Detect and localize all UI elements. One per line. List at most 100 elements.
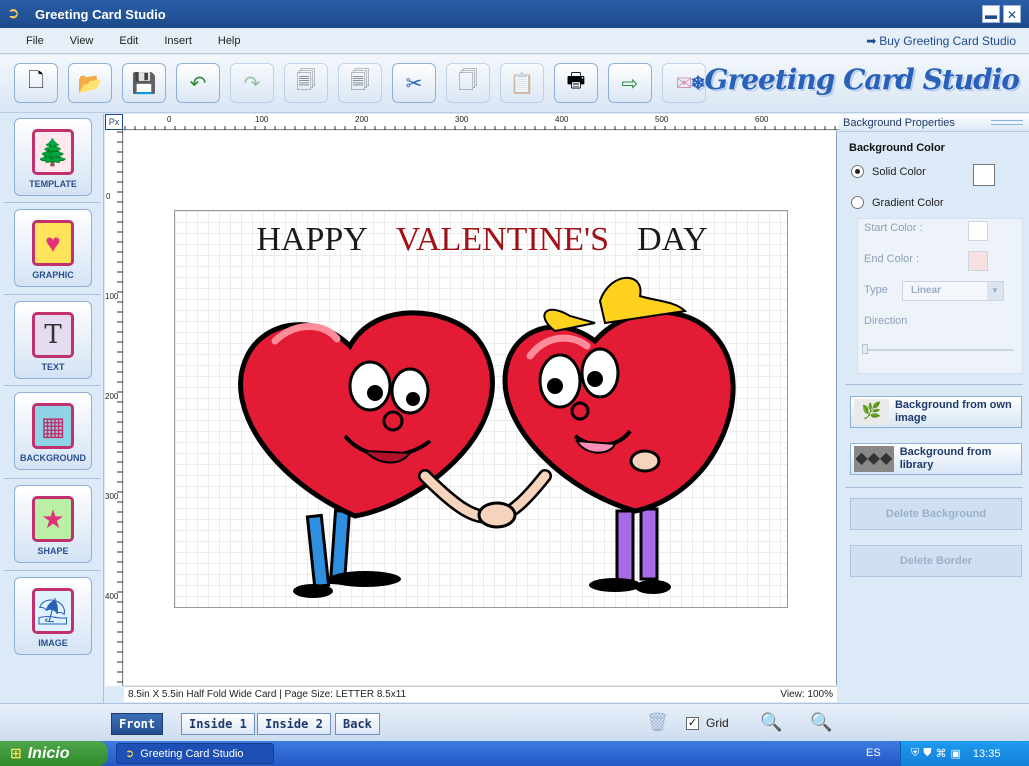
trash-icon[interactable]: 🗑 — [646, 712, 669, 734]
menu-file[interactable]: File — [0, 35, 57, 47]
background-from-own-image-button[interactable]: 🌿 Background from own image — [850, 396, 1022, 428]
start-label: Inicio — [27, 744, 70, 762]
shield-icon[interactable]: ⛨ — [911, 747, 919, 760]
windows-flag-icon: ⊞ — [10, 745, 22, 761]
template-label: TEMPLATE — [29, 179, 77, 189]
taskbar-item-greeting-card-studio[interactable]: ➲ Greeting Card Studio — [116, 743, 274, 764]
print-button[interactable]: 🖶 — [554, 63, 598, 103]
ruler-label-v300: 300 — [105, 492, 119, 501]
ruler-label-v400: 400 — [105, 592, 119, 601]
direction-slider-track[interactable] — [862, 349, 1014, 351]
title-bar: ➲ Greeting Card Studio ▬ ✕ — [0, 0, 1029, 28]
background-color-heading: Background Color — [849, 142, 945, 154]
gradient-color-radio[interactable] — [851, 196, 864, 209]
minimize-button[interactable]: ▬ — [982, 5, 1000, 23]
headline-day: DAY — [637, 221, 708, 258]
zoom-in-icon[interactable]: 🔍 — [760, 712, 786, 736]
direction-label: Direction — [864, 315, 908, 327]
menu-insert[interactable]: Insert — [151, 35, 205, 47]
background-from-library-button[interactable]: ◆◆◆ Background from library — [850, 443, 1022, 475]
image-label: IMAGE — [38, 638, 68, 648]
taskbar-item-label: Greeting Card Studio — [140, 747, 244, 760]
export-button[interactable]: ⇨ — [608, 63, 652, 103]
copy-button[interactable]: 🗍 — [446, 63, 490, 103]
solid-color-radio[interactable] — [851, 165, 864, 178]
zoom-out-icon[interactable]: 🔍 — [810, 712, 836, 736]
end-color-swatch[interactable] — [968, 251, 988, 271]
paste-button[interactable]: 📋 — [500, 63, 544, 103]
design-canvas[interactable]: HAPPY VALENTINE'S DAY — [124, 131, 837, 685]
copy-icon: 🗍 — [458, 70, 478, 92]
valentine-hearts-graphic[interactable] — [215, 261, 755, 601]
shape-icon: ★ — [32, 496, 74, 542]
save-icon: 💾 — [131, 72, 157, 95]
clock: 13:35 — [972, 747, 1001, 760]
save-button[interactable]: 💾 — [122, 63, 166, 103]
open-button[interactable]: 📂 — [68, 63, 112, 103]
separator — [4, 478, 100, 479]
ruler-label-v0: 0 — [106, 192, 111, 201]
menu-help[interactable]: Help — [205, 35, 254, 47]
delete-border-button[interactable]: Delete Border — [850, 545, 1022, 577]
solid-color-option[interactable]: Solid Color — [851, 165, 926, 178]
background-button[interactable]: ▦ BACKGROUND — [14, 392, 92, 470]
app-logo-icon: ➲ — [125, 748, 135, 760]
background-library-label: Background from library — [899, 446, 992, 471]
background-properties-panel: Background Properties Background Color S… — [839, 114, 1029, 703]
card-front[interactable]: HAPPY VALENTINE'S DAY — [174, 210, 788, 608]
tab-inside-1[interactable]: Inside 1 — [181, 713, 255, 735]
ruler-label-v100: 100 — [105, 292, 119, 301]
panel-title: Background Properties — [843, 117, 955, 129]
image-button[interactable]: ⛱ IMAGE — [14, 577, 92, 655]
tab-inside-2[interactable]: Inside 2 — [257, 713, 331, 735]
redo-icon: ↷ — [243, 72, 261, 95]
direction-slider-handle[interactable] — [862, 344, 868, 354]
separator — [4, 294, 100, 295]
background-own-image-label: Background from own image — [894, 399, 1012, 424]
menu-view[interactable]: View — [57, 35, 107, 47]
undo-button[interactable]: ↶ — [176, 63, 220, 103]
template-button[interactable]: 🌲 TEMPLATE — [14, 118, 92, 196]
vertical-ruler: 0 100 200 300 400 — [105, 130, 123, 686]
language-indicator[interactable]: ES — [866, 747, 881, 759]
gradient-color-option[interactable]: Gradient Color — [851, 196, 944, 209]
start-button[interactable]: ⊞ Inicio — [0, 741, 108, 766]
ruler-label-100: 100 — [255, 115, 269, 124]
menu-edit[interactable]: Edit — [106, 35, 151, 47]
shape-button[interactable]: ★ SHAPE — [14, 485, 92, 563]
bring-forward-button[interactable]: 🗐 — [284, 63, 328, 103]
tab-front[interactable]: Front — [111, 713, 164, 735]
background-label: BACKGROUND — [20, 453, 86, 463]
panel-header: Background Properties — [839, 114, 1029, 132]
vertical-ruler-ticks — [117, 131, 123, 683]
messenger-icon[interactable]: ▣ — [951, 747, 961, 760]
cut-button[interactable]: ✂ — [392, 63, 436, 103]
arrow-right-icon: ➡ — [866, 34, 877, 48]
library-pattern-icon: ◆◆◆ — [854, 446, 894, 472]
panel-grip[interactable] — [991, 120, 1023, 125]
window-title: Greeting Card Studio — [35, 6, 166, 22]
redo-button[interactable]: ↷ — [230, 63, 274, 103]
tab-back[interactable]: Back — [335, 713, 380, 735]
security-icon[interactable]: ⛊ — [923, 747, 931, 760]
text-button[interactable]: T TEXT — [14, 301, 92, 379]
close-button[interactable]: ✕ — [1003, 5, 1021, 23]
grid-toggle[interactable]: ✓ Grid — [686, 716, 729, 730]
solid-color-swatch[interactable] — [973, 164, 995, 186]
gradient-type-select[interactable]: Linear ▼ — [902, 281, 1004, 301]
new-button[interactable]: 🗋 — [14, 63, 58, 103]
app-logo-icon: ➲ — [7, 5, 20, 22]
type-label: Type — [864, 284, 888, 296]
graphic-button[interactable]: ♥ GRAPHIC — [14, 209, 92, 287]
network-icon[interactable]: ⌘ — [936, 747, 947, 760]
own-image-thumbnail-icon: 🌿 — [854, 399, 889, 425]
grid-checkbox[interactable]: ✓ — [686, 716, 699, 730]
card-headline[interactable]: HAPPY VALENTINE'S DAY — [175, 221, 789, 259]
headline-valentines: VALENTINE'S — [395, 221, 610, 258]
send-backward-button[interactable]: 🗐 — [338, 63, 382, 103]
start-color-swatch[interactable] — [968, 221, 988, 241]
buy-link[interactable]: ➡ Buy Greeting Card Studio — [866, 34, 1016, 48]
printer-icon: 🖶 — [566, 70, 586, 92]
delete-background-button[interactable]: Delete Background — [850, 498, 1022, 530]
text-label: TEXT — [41, 362, 65, 372]
